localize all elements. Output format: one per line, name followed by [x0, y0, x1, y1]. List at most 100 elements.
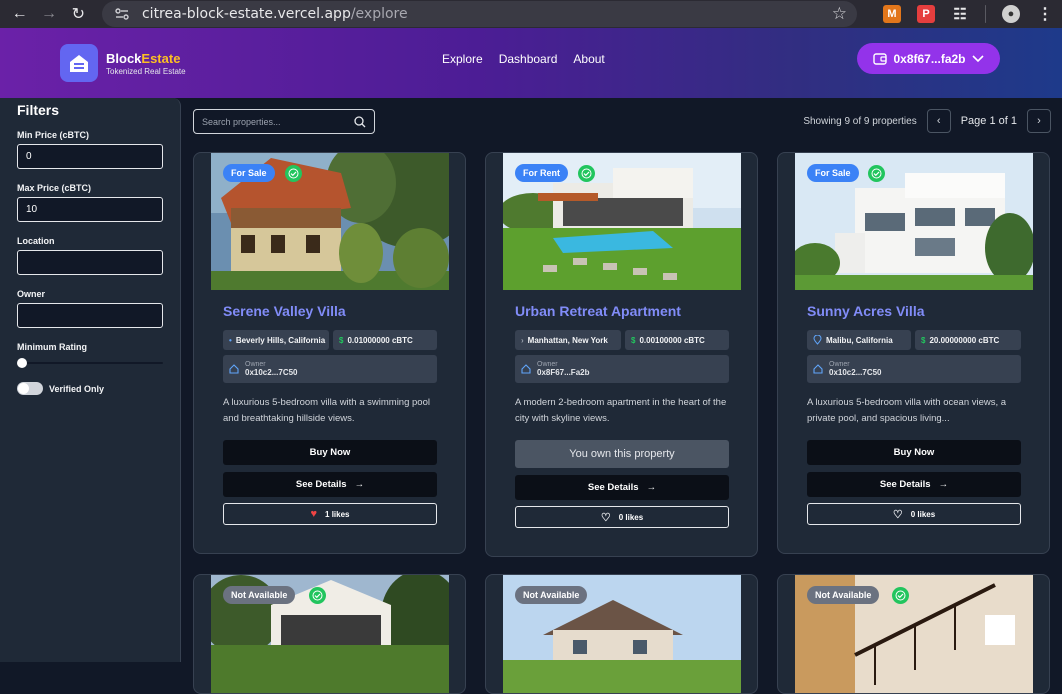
- property-description: A luxurious 5-bedroom villa with a swimm…: [223, 397, 430, 424]
- wallet-button[interactable]: 0x8f67...fa2b: [857, 43, 1000, 74]
- rating-slider[interactable]: [17, 358, 163, 368]
- property-image[interactable]: For Sale: [211, 153, 449, 290]
- buy-now-label: Buy Now: [893, 447, 935, 458]
- back-icon[interactable]: ←: [8, 2, 31, 26]
- owner-address: 0x10c2...7C50: [829, 368, 882, 377]
- status-badge: For Sale: [807, 164, 859, 182]
- see-details-button[interactable]: See Details →: [223, 472, 437, 497]
- brand-name: BlockEstate: [106, 50, 181, 66]
- max-price-label: Max Price (cBTC): [17, 183, 92, 193]
- property-image[interactable]: For Rent: [503, 153, 741, 290]
- owner-label: Owner: [829, 361, 850, 368]
- property-card: For Sale Serene Valley Villa • Beverly H…: [193, 152, 466, 554]
- chevron-left-icon: ‹: [936, 115, 941, 127]
- buy-now-button[interactable]: Buy Now: [807, 440, 1021, 465]
- like-button[interactable]: ♡ 0 likes: [515, 506, 729, 528]
- property-title[interactable]: Serene Valley Villa: [223, 303, 346, 319]
- owner-address: 0x10c2...7C50: [245, 368, 298, 377]
- rating-slider-thumb[interactable]: [17, 358, 27, 368]
- extensions-puzzle-icon[interactable]: ☷: [951, 5, 969, 23]
- like-button[interactable]: ♡ 0 likes: [807, 503, 1021, 525]
- owner-input[interactable]: [17, 303, 163, 328]
- main-nav: Explore Dashboard About: [442, 52, 605, 66]
- location-chip: › Manhattan, New York: [515, 330, 621, 350]
- property-title[interactable]: Sunny Acres Villa: [807, 303, 925, 319]
- search-placeholder: Search properties...: [202, 116, 281, 127]
- property-image[interactable]: Not Available: [211, 575, 449, 693]
- property-card: Not Available: [193, 574, 466, 694]
- heart-outline-icon: ♡: [892, 508, 903, 521]
- dollar-icon: $: [921, 335, 926, 345]
- prev-page-button[interactable]: ‹: [926, 109, 951, 133]
- property-image[interactable]: Not Available: [795, 575, 1033, 693]
- see-details-button[interactable]: See Details →: [807, 472, 1021, 497]
- home-icon: [813, 364, 823, 374]
- wallet-icon: [873, 53, 888, 65]
- verified-only-toggle[interactable]: [17, 382, 43, 395]
- location-chip: • Beverly Hills, California: [223, 330, 329, 350]
- owner-label: Owner: [245, 361, 266, 368]
- owner-label: Owner: [17, 289, 46, 299]
- price-chip: $ 20.00000000 cBTC: [915, 330, 1021, 350]
- like-button[interactable]: ♥ 1 likes: [223, 503, 437, 525]
- reload-icon[interactable]: ↻: [67, 2, 90, 26]
- see-details-button[interactable]: See Details →: [515, 475, 729, 500]
- forward-icon[interactable]: →: [37, 2, 60, 26]
- brand[interactable]: BlockEstate Tokenized Real Estate: [60, 44, 186, 82]
- chevron-right-icon: ›: [1037, 115, 1041, 127]
- arrow-right-icon: →: [646, 482, 657, 493]
- extension-icon[interactable]: P: [916, 5, 935, 23]
- property-title[interactable]: Urban Retreat Apartment: [515, 303, 681, 319]
- verified-check-icon: [309, 587, 326, 604]
- verified-check-icon: [578, 165, 595, 182]
- address-bar[interactable]: citrea-block-estate.vercel.app/explore ☆: [101, 1, 857, 27]
- heart-filled-icon: ♥: [310, 508, 318, 520]
- owned-label: You own this property: [569, 448, 675, 460]
- buy-now-button[interactable]: Buy Now: [223, 440, 437, 465]
- brand-tagline: Tokenized Real Estate: [106, 66, 186, 76]
- nav-explore[interactable]: Explore: [442, 52, 483, 66]
- next-page-button[interactable]: ›: [1027, 109, 1051, 133]
- dollar-icon: $: [339, 335, 344, 345]
- price-text: 20.00000000 cBTC: [929, 335, 1000, 345]
- max-price-input[interactable]: 10: [17, 197, 163, 222]
- location-pin-icon: ›: [521, 335, 524, 345]
- likes-count: 0 likes: [910, 509, 936, 519]
- search-input[interactable]: Search properties...: [193, 109, 375, 134]
- home-icon: [229, 364, 239, 374]
- verified-check-icon: [892, 587, 909, 604]
- see-details-label: See Details: [295, 479, 347, 490]
- location-text: Beverly Hills, California: [235, 335, 326, 345]
- metamask-extension-icon[interactable]: M: [882, 5, 901, 23]
- site-settings-icon[interactable]: [112, 5, 132, 23]
- buy-now-label: Buy Now: [309, 447, 351, 458]
- owner-label: Owner: [537, 361, 558, 368]
- property-image[interactable]: For Sale: [795, 153, 1033, 290]
- status-badge: Not Available: [223, 586, 296, 604]
- chevron-down-icon: [971, 54, 984, 62]
- property-image[interactable]: Not Available: [503, 575, 741, 693]
- filters-title: Filters: [17, 102, 60, 118]
- see-details-label: See Details: [587, 482, 639, 493]
- property-card: Not Available: [777, 574, 1050, 694]
- location-input[interactable]: [17, 250, 163, 275]
- bookmark-star-icon[interactable]: ☆: [832, 4, 847, 24]
- heart-outline-icon: ♡: [600, 511, 611, 524]
- location-chip: Malibu, California: [807, 330, 911, 350]
- browser-menu-icon[interactable]: ⋮: [1036, 5, 1054, 23]
- location-text: Manhattan, New York: [527, 335, 608, 345]
- nav-dashboard[interactable]: Dashboard: [499, 52, 558, 66]
- profile-avatar-icon[interactable]: ●: [1001, 5, 1020, 23]
- status-badge: For Rent: [515, 164, 568, 182]
- nav-about[interactable]: About: [573, 52, 604, 66]
- rating-label: Minimum Rating: [17, 342, 87, 352]
- browser-toolbar: ← → ↻ citrea-block-estate.vercel.app/exp…: [0, 0, 1062, 28]
- price-chip: $ 0.01000000 cBTC: [333, 330, 437, 350]
- arrow-right-icon: →: [938, 479, 949, 490]
- min-price-input[interactable]: 0: [17, 144, 163, 169]
- status-badge: Not Available: [807, 586, 880, 604]
- owner-box: Owner 0x10c2...7C50: [223, 355, 437, 383]
- dollar-icon: $: [631, 335, 636, 345]
- property-description: A luxurious 5-bedroom villa with ocean v…: [807, 397, 1007, 424]
- search-icon: [354, 115, 366, 127]
